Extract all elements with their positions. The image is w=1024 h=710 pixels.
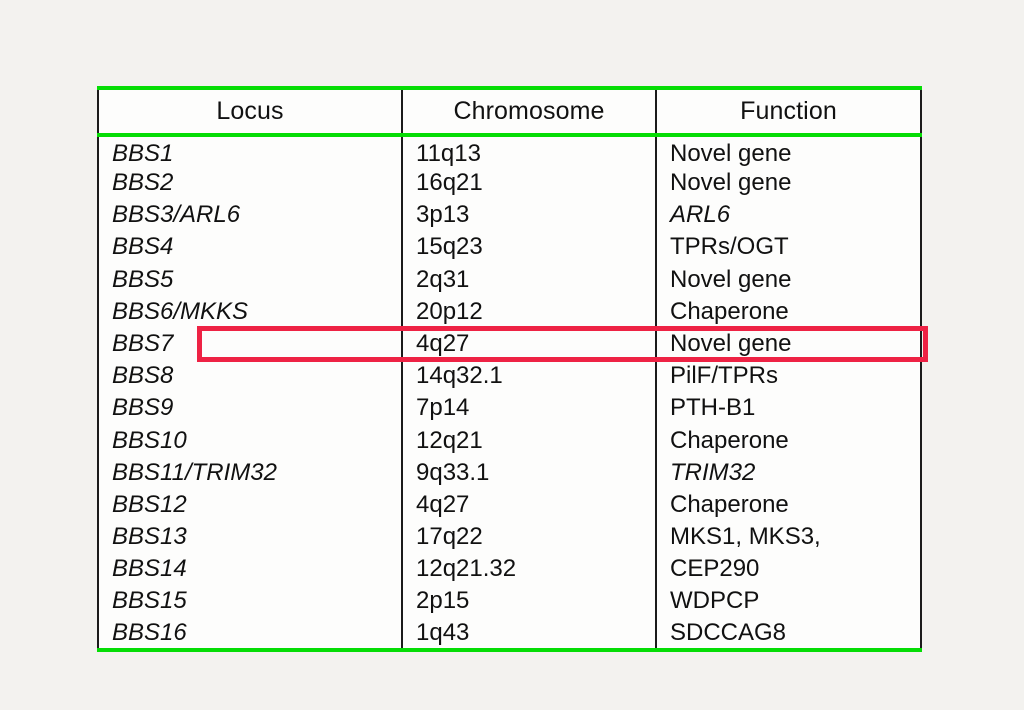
cell-locus: BBS2	[112, 169, 174, 197]
cell-locus: BBS3/ARL6	[112, 201, 241, 229]
cell-chromosome: 7p14	[401, 392, 656, 425]
cell-function: Chaperone	[655, 489, 921, 522]
table-row: BBS11/TRIM32 9q33.1 TRIM32	[98, 456, 921, 490]
table-row: BBS5 2q31 Novel gene	[98, 263, 921, 296]
table-row: BBS4 15q23 TPRs/OGT	[98, 231, 921, 264]
cell-locus: BBS8	[112, 362, 174, 390]
table-row: BBS13 17q22 MKS1, MKS3,	[98, 521, 921, 554]
table-header-row: Locus Chromosome Function	[98, 88, 921, 137]
cell-chromosome: 12q21.32	[401, 553, 656, 586]
cell-locus: BBS5	[112, 265, 174, 293]
cell-chromosome: 2p15	[401, 585, 656, 618]
cell-function: Novel gene	[655, 263, 921, 296]
cell-chromosome: 4q27	[401, 489, 656, 522]
table-row: BBS6/MKKS 20p12 Chaperone	[98, 295, 921, 329]
table-row: BBS12 4q27 Chaperone	[98, 489, 921, 522]
cell-chromosome: 17q22	[401, 521, 656, 554]
cell-function: ARL6	[655, 199, 921, 232]
cell-chromosome: 12q21	[401, 424, 656, 457]
table-row: BBS2 16q21 Novel gene	[98, 167, 921, 200]
cell-function: Novel gene	[655, 328, 921, 361]
cell-locus: BBS4	[112, 233, 174, 261]
cell-chromosome: 11q13	[401, 135, 656, 168]
column-header-locus: Locus	[98, 88, 402, 137]
cell-chromosome: 20p12	[401, 295, 656, 329]
cell-function: Novel gene	[655, 167, 921, 200]
table-body: BBS1 11q13 Novel gene BBS2 16q21 Novel gene BB…	[98, 135, 921, 650]
cell-function: PilF/TPRs	[655, 360, 921, 393]
table-row: BBS8 14q32.1 PilF/TPRs	[98, 360, 921, 393]
cell-locus: BBS10	[112, 426, 187, 454]
cell-function: SDCCAG8	[655, 617, 921, 650]
cell-function: Novel gene	[655, 135, 921, 168]
cell-chromosome: 2q31	[401, 263, 656, 296]
cell-function: TPRs/OGT	[655, 231, 921, 264]
cell-locus: BBS6/MKKS	[112, 297, 249, 325]
cell-locus: BBS16	[112, 618, 187, 646]
bbs-gene-table: Locus Chromosome Function BBS1 11q13 Novel…	[97, 86, 922, 652]
column-header-chromosome: Chromosome	[401, 88, 656, 137]
cell-function: PTH-B1	[655, 392, 921, 425]
cell-function: Chaperone	[655, 424, 921, 457]
cell-function: MKS1, MKS3,	[655, 521, 921, 554]
cell-locus: BBS7	[112, 329, 174, 357]
gene-locus-table-container: Locus Chromosome Function BBS1 11q13 Novel…	[97, 86, 928, 652]
cell-chromosome: 3p13	[401, 199, 656, 232]
cell-chromosome: 9q33.1	[401, 456, 656, 490]
table-row: BBS10 12q21 Chaperone	[98, 424, 921, 457]
cell-chromosome: 4q27	[401, 328, 656, 361]
cell-locus: BBS1	[112, 139, 174, 167]
table-row: BBS15 2p15 WDPCP	[98, 585, 921, 618]
cell-locus: BBS14	[112, 555, 187, 583]
cell-locus: BBS13	[112, 523, 187, 551]
cell-chromosome: 1q43	[401, 617, 656, 650]
column-header-function: Function	[655, 88, 921, 137]
cell-function: Chaperone	[655, 295, 921, 329]
cell-chromosome: 15q23	[401, 231, 656, 264]
cell-function: CEP290	[655, 553, 921, 586]
cell-locus: BBS9	[112, 394, 174, 422]
cell-locus: BBS12	[112, 490, 187, 518]
table-row: BBS16 1q43 SDCCAG8	[98, 617, 921, 650]
table-row: BBS9 7p14 PTH-B1	[98, 392, 921, 425]
cell-locus: BBS11/TRIM32	[112, 458, 277, 486]
cell-function: WDPCP	[655, 585, 921, 618]
table-header: Locus Chromosome Function	[98, 88, 921, 137]
cell-function: TRIM32	[655, 456, 921, 490]
cell-chromosome: 14q32.1	[401, 360, 656, 393]
table-row: BBS1 11q13 Novel gene	[98, 135, 921, 168]
table-row: BBS14 12q21.32 CEP290	[98, 553, 921, 586]
cell-chromosome: 16q21	[401, 167, 656, 200]
table-row: BBS3/ARL6 3p13 ARL6	[98, 199, 921, 232]
cell-locus: BBS15	[112, 587, 187, 615]
table-row: BBS7 4q27 Novel gene	[98, 328, 921, 361]
